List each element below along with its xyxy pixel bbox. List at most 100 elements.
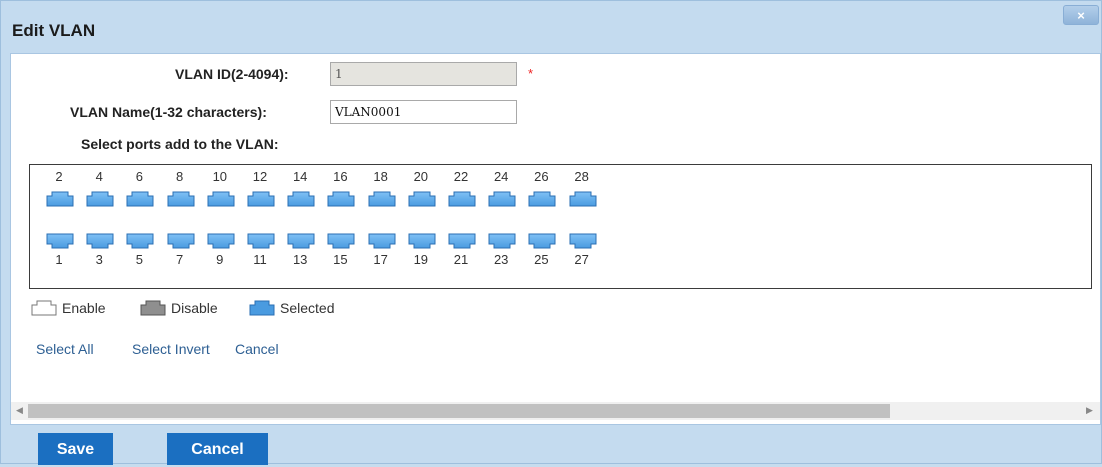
port-27[interactable]: 27 <box>567 231 607 289</box>
port-3[interactable]: 3 <box>84 231 124 289</box>
select-all-link[interactable]: Select All <box>36 341 94 357</box>
scrollbar-thumb[interactable] <box>28 404 890 418</box>
port-number: 19 <box>413 252 429 267</box>
port-icon <box>287 191 315 207</box>
port-icon <box>569 233 597 249</box>
port-1[interactable]: 1 <box>44 231 84 289</box>
port-icon <box>207 191 235 207</box>
port-icon <box>448 233 476 249</box>
port-number: 13 <box>292 252 308 267</box>
select-invert-link[interactable]: Select Invert <box>132 341 210 357</box>
port-icon <box>247 233 275 249</box>
legend-disable-label: Disable <box>171 300 218 316</box>
port-icon <box>408 233 436 249</box>
port-icon <box>368 191 396 207</box>
port-number: 14 <box>292 169 308 184</box>
port-icon <box>287 233 315 249</box>
port-number: 8 <box>175 169 184 184</box>
port-icon <box>86 191 114 207</box>
vlan-id-input: 1 <box>330 62 517 86</box>
port-20[interactable]: 20 <box>406 169 446 227</box>
port-icon <box>167 191 195 207</box>
edit-vlan-dialog: Edit VLAN × VLAN ID(2-4094): 1 * VLAN Na… <box>0 0 1102 465</box>
port-22[interactable]: 22 <box>446 169 486 227</box>
port-icon <box>86 233 114 249</box>
port-number: 12 <box>252 169 268 184</box>
port-4[interactable]: 4 <box>84 169 124 227</box>
port-23[interactable]: 23 <box>486 231 526 289</box>
port-disable-icon <box>140 300 166 316</box>
port-number: 22 <box>453 169 469 184</box>
port-number: 10 <box>212 169 228 184</box>
port-panel: 2 4 6 8 10 12 14 16 18 20 22 24 26 28 1 3 5 7 9 11 13 15 17 19 2… <box>29 164 1092 289</box>
scroll-left-icon[interactable]: ◀ <box>16 405 23 416</box>
horizontal-scrollbar[interactable]: ◀ ▶ <box>11 402 1100 420</box>
port-17[interactable]: 17 <box>366 231 406 289</box>
port-8[interactable]: 8 <box>165 169 205 227</box>
port-number: 3 <box>95 252 103 267</box>
scroll-right-icon[interactable]: ▶ <box>1086 405 1093 416</box>
port-11[interactable]: 11 <box>245 231 285 289</box>
port-icon <box>247 191 275 207</box>
port-number: 18 <box>373 169 388 184</box>
vlan-name-input[interactable]: VLAN0001 <box>330 100 517 124</box>
port-icon <box>528 233 556 249</box>
port-10[interactable]: 10 <box>205 169 245 227</box>
port-18[interactable]: 18 <box>366 169 406 227</box>
cancel-selection-link[interactable]: Cancel <box>235 341 279 357</box>
port-icon <box>488 191 516 207</box>
port-6[interactable]: 6 <box>124 169 164 227</box>
legend-selected-label: Selected <box>280 300 335 316</box>
port-icon <box>528 191 556 207</box>
port-26[interactable]: 26 <box>526 169 566 227</box>
port-number: 11 <box>253 252 267 267</box>
ports-section-label: Select ports add to the VLAN: <box>81 136 279 152</box>
port-16[interactable]: 16 <box>325 169 365 227</box>
port-icon <box>569 191 597 207</box>
port-number: 27 <box>574 252 589 267</box>
port-icon <box>327 233 355 249</box>
port-number: 4 <box>95 169 103 184</box>
port-selected-icon <box>249 300 275 316</box>
port-number: 28 <box>574 169 589 184</box>
port-21[interactable]: 21 <box>446 231 486 289</box>
dialog-title: Edit VLAN <box>12 21 96 40</box>
port-enable-icon <box>31 300 57 316</box>
port-icon <box>126 233 154 249</box>
port-14[interactable]: 14 <box>285 169 325 227</box>
port-number: 25 <box>534 252 549 267</box>
port-number: 24 <box>493 169 509 184</box>
vlan-name-label: VLAN Name(1-32 characters): <box>70 104 267 120</box>
port-icon <box>368 233 396 249</box>
port-number: 9 <box>216 252 224 267</box>
port-9[interactable]: 9 <box>205 231 245 289</box>
port-24[interactable]: 24 <box>486 169 526 227</box>
port-7[interactable]: 7 <box>165 231 205 289</box>
port-15[interactable]: 15 <box>325 231 365 289</box>
vlan-id-label: VLAN ID(2-4094): <box>175 66 289 82</box>
port-icon <box>327 191 355 207</box>
port-icon <box>408 191 436 207</box>
port-number: 17 <box>373 252 388 267</box>
port-19[interactable]: 19 <box>406 231 446 289</box>
port-25[interactable]: 25 <box>526 231 566 289</box>
port-12[interactable]: 12 <box>245 169 285 227</box>
port-icon <box>488 233 516 249</box>
port-5[interactable]: 5 <box>124 231 164 289</box>
port-13[interactable]: 13 <box>285 231 325 289</box>
port-2[interactable]: 2 <box>44 169 84 227</box>
port-number: 23 <box>493 252 509 267</box>
port-number: 1 <box>55 252 63 267</box>
close-icon: × <box>1077 8 1085 23</box>
close-button[interactable]: × <box>1063 5 1099 25</box>
port-number: 6 <box>135 169 143 184</box>
port-icon <box>126 191 154 207</box>
port-icon <box>167 233 195 249</box>
legend-enable-label: Enable <box>62 300 106 316</box>
port-icon <box>448 191 476 207</box>
port-icon <box>46 233 74 249</box>
cancel-button[interactable]: Cancel <box>167 433 268 465</box>
save-button[interactable]: Save <box>38 433 113 465</box>
port-number: 7 <box>175 252 184 267</box>
port-28[interactable]: 28 <box>567 169 607 227</box>
